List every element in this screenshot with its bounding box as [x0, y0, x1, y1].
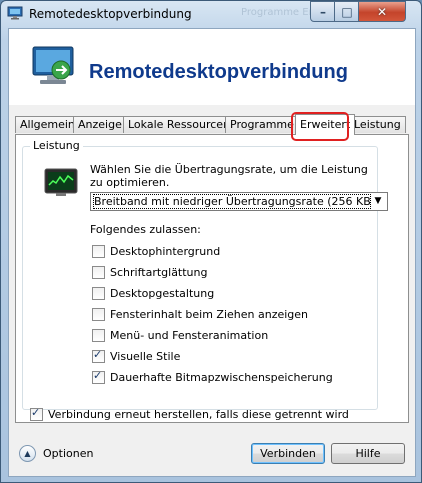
connect-button[interactable]: Verbinden [251, 443, 325, 464]
option-label: Schriftartglättung [110, 265, 208, 279]
page-title: Remotedesktopverbindung [89, 61, 348, 83]
checkbox[interactable] [92, 286, 105, 300]
tab-programme[interactable]: Programme [225, 116, 299, 133]
tab-leistung[interactable]: Leistung [349, 116, 406, 133]
checkbox[interactable] [92, 307, 105, 321]
option-label: Dauerhafte Bitmapzwischenspeicherung [110, 370, 333, 384]
option-label: Desktopgestaltung [110, 286, 215, 300]
checkbox[interactable] [92, 328, 105, 342]
option-desktopgestaltung[interactable]: Desktopgestaltung [92, 286, 214, 300]
tab-lokale-ressourcen[interactable]: Lokale Ressourcen [123, 116, 236, 133]
chevron-down-icon[interactable]: ▼ [371, 194, 385, 208]
connection-speed-select[interactable]: Breitband mit niedriger Übertragungsrate… [90, 192, 388, 211]
options-label: Optionen [43, 447, 94, 460]
performance-monitor-icon [44, 168, 78, 196]
tab-allgemein[interactable]: Allgemein [15, 116, 80, 133]
window-title: Remotedesktopverbindung [29, 7, 192, 21]
reconnect-option[interactable]: Verbindung erneut herstellen, falls dies… [30, 406, 349, 421]
checkbox-checked[interactable] [30, 406, 43, 421]
help-button[interactable]: Hilfe [331, 443, 405, 464]
dialog-header: Remotedesktopverbindung [9, 29, 415, 105]
tab-anzeige[interactable]: Anzeige [73, 116, 127, 133]
connection-speed-value: Breitband mit niedriger Übertragungsrate… [93, 194, 371, 209]
options-toggle[interactable]: ▲ Optionen [19, 445, 93, 462]
option-label: Menü- und Fensteranimation [110, 328, 269, 342]
remote-desktop-icon [7, 6, 23, 20]
remote-desktop-window: Remotedesktopverbindung Programme Erweit… [0, 0, 422, 483]
checkbox[interactable] [92, 265, 105, 279]
option-visuelle-stile[interactable]: Visuelle Stile [92, 348, 181, 363]
option-fensterinhalt[interactable]: Fensterinhalt beim Ziehen anzeigen [92, 307, 308, 321]
checkbox-checked[interactable] [92, 348, 105, 363]
allow-label: Folgendes zulassen: [90, 223, 201, 236]
option-bitmapzwischenspeicherung[interactable]: Dauerhafte Bitmapzwischenspeicherung [92, 369, 333, 384]
maximize-button[interactable]: □ [334, 1, 360, 22]
checkbox-checked[interactable] [92, 369, 105, 384]
option-schriftartglaettung[interactable]: Schriftartglättung [92, 265, 207, 279]
performance-group-label: Leistung [30, 139, 83, 152]
option-label: Visuelle Stile [110, 349, 181, 363]
minimize-button[interactable]: – [310, 1, 336, 22]
option-label: Desktophintergrund [110, 244, 221, 258]
option-desktophintergrund[interactable]: Desktophintergrund [92, 244, 220, 258]
dialog-client-area: Remotedesktopverbindung Allgemein Anzeig… [8, 28, 416, 477]
remote-desktop-monitor-icon [32, 46, 74, 84]
option-menue-animation[interactable]: Menü- und Fensteranimation [92, 328, 268, 342]
chevron-up-icon[interactable]: ▲ [19, 445, 36, 462]
option-label: Fensterinhalt beim Ziehen anzeigen [110, 307, 309, 321]
maximize-icon: □ [341, 4, 353, 19]
performance-description: Wählen Sie die Übertragungsrate, um die … [90, 163, 368, 189]
close-icon: ✕ [376, 4, 388, 19]
reconnect-label: Verbindung erneut herstellen, falls dies… [48, 407, 349, 421]
title-bar[interactable]: Remotedesktopverbindung Programme Erweit… [1, 1, 421, 27]
tab-erweitert[interactable]: Erweitert [295, 114, 356, 135]
minimize-icon: – [320, 4, 326, 19]
close-button[interactable]: ✕ [358, 1, 406, 22]
tab-panel: Leistung Wählen Sie die Übertragungsrate… [15, 134, 409, 423]
checkbox[interactable] [92, 244, 105, 258]
